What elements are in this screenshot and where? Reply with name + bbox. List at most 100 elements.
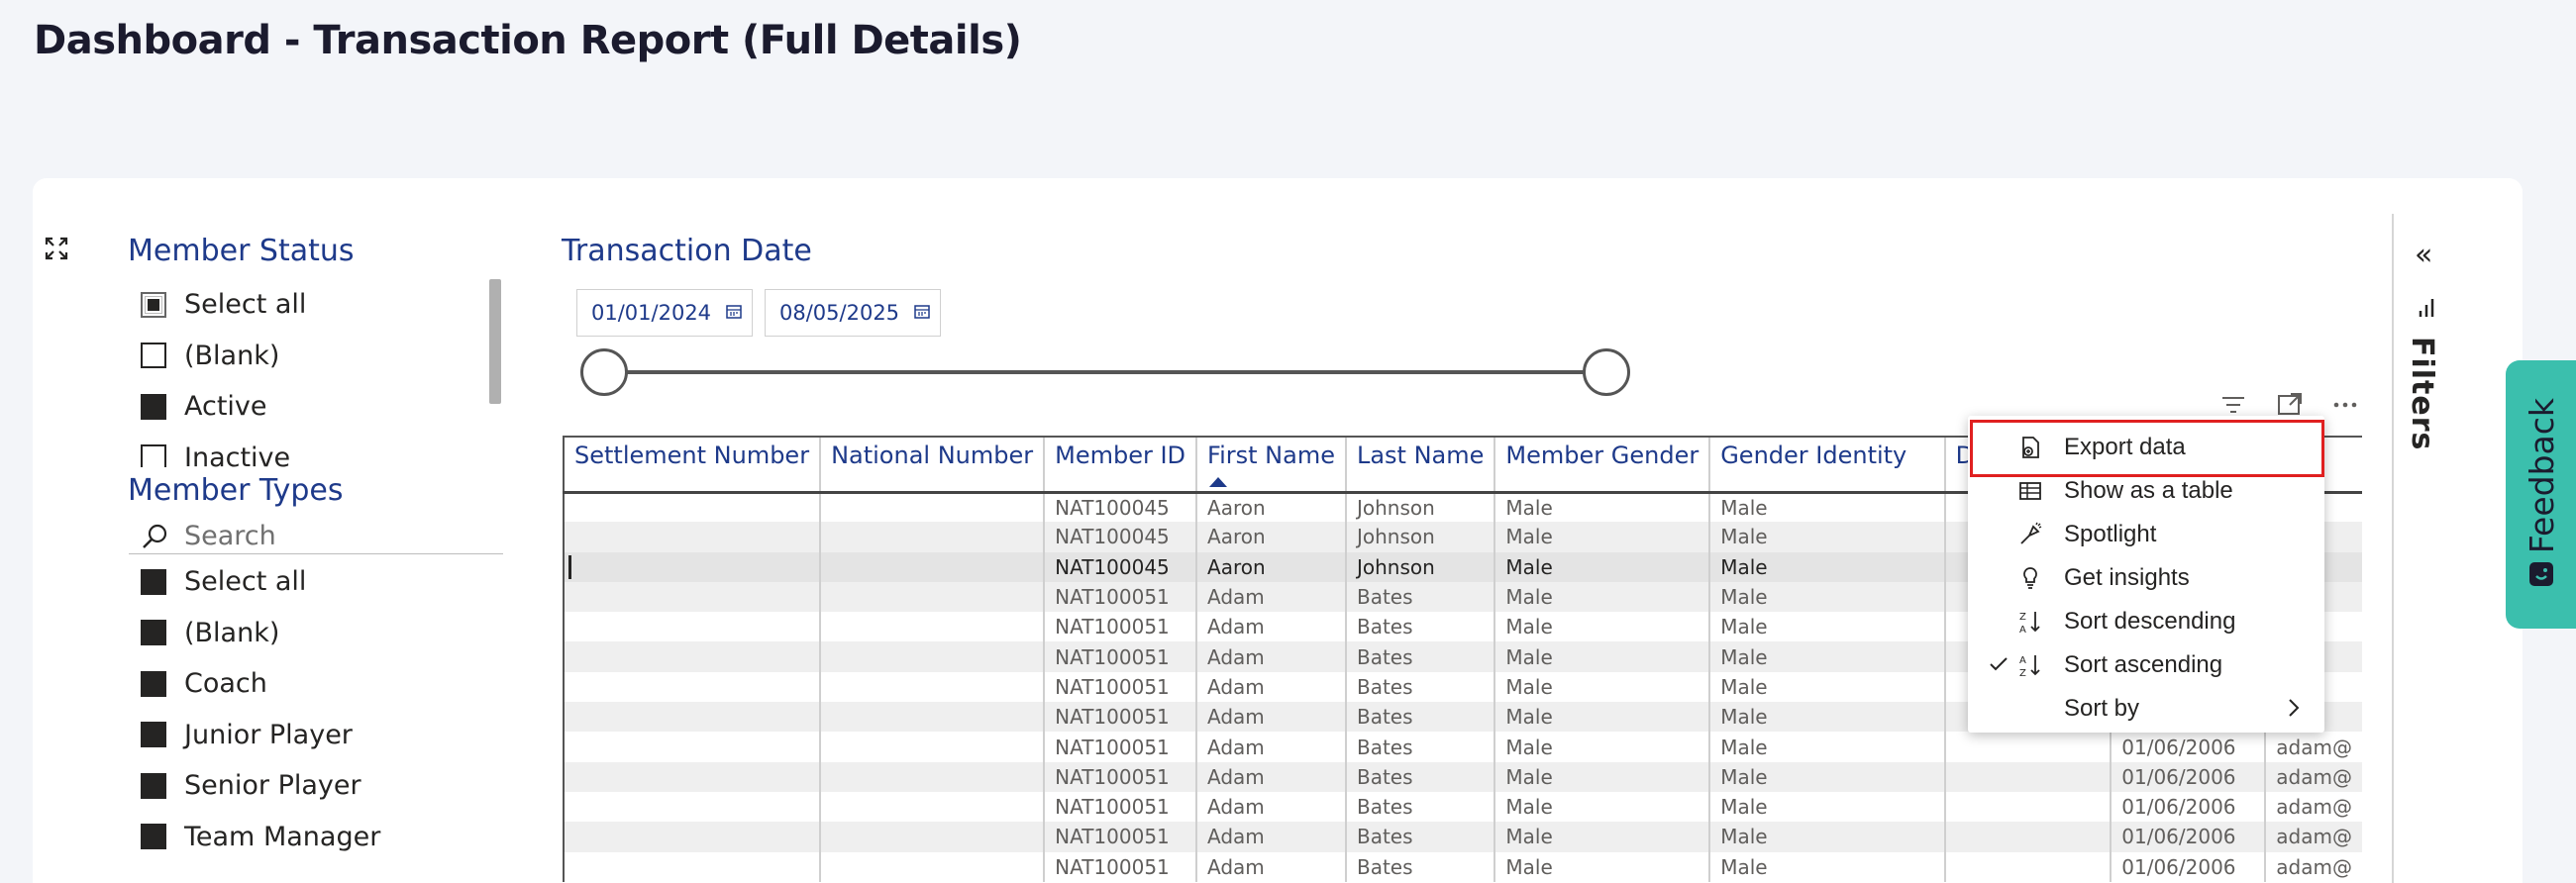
table-cell-value: Male (1505, 735, 1553, 759)
table-cell-value: Male (1505, 674, 1553, 699)
menu-item-label: Show as a table (2064, 477, 2233, 504)
member-status-item[interactable]: Active (141, 381, 306, 433)
member-types-list: Select all (Blank) Coach Junior Player Senio… (141, 556, 380, 862)
member-status-item[interactable]: Select all (141, 279, 306, 331)
member-status-item[interactable]: Inactive (141, 433, 306, 467)
svg-text:Z: Z (2019, 668, 2026, 678)
checkbox[interactable] (141, 291, 166, 318)
table-cell-value: Johnson (1356, 554, 1435, 579)
member-status-item[interactable]: (Blank) (141, 331, 306, 382)
member-types-title: Member Types (128, 473, 344, 508)
column-header[interactable]: First Name (1195, 436, 1346, 494)
table-cell-value: Aaron (1207, 554, 1266, 579)
menu-item-spotlight[interactable]: Spotlight (1968, 513, 2324, 556)
date-range-track[interactable] (604, 370, 1606, 374)
page-title: Dashboard - Transaction Report (Full Det… (34, 18, 1022, 63)
table-cell (563, 581, 821, 613)
column-header[interactable]: Member ID (1043, 436, 1197, 494)
checkbox[interactable] (141, 620, 166, 646)
table-cell: Male (1494, 791, 1710, 823)
calendar-icon[interactable] (724, 302, 744, 322)
member-types-item[interactable]: Coach (141, 658, 380, 710)
member-status-scrollbar[interactable] (489, 279, 501, 404)
table-cell-value: Bates (1356, 735, 1413, 759)
table-cell (563, 492, 821, 523)
table-cell: Male (1708, 492, 1945, 523)
table-cell: Aaron (1195, 522, 1346, 552)
table-cell: Adam (1195, 851, 1346, 882)
column-header[interactable]: Gender Identity (1708, 436, 1945, 494)
column-header-label: Last Name (1356, 442, 1485, 469)
more-options-icon[interactable] (2330, 390, 2360, 420)
menu-item-sort-ascending[interactable]: A Z Sort ascending (1968, 643, 2324, 687)
column-header[interactable]: Member Gender (1494, 436, 1710, 494)
table-cell (563, 761, 821, 792)
table-cell-value: Male (1720, 644, 1768, 669)
checkbox[interactable] (141, 670, 166, 697)
column-header-label: First Name (1207, 442, 1335, 469)
member-types-item[interactable]: Senior Player (141, 760, 380, 812)
menu-item-sort-descending[interactable]: Z A Sort descending (1968, 600, 2324, 643)
member-types-item[interactable]: (Blank) (141, 608, 380, 659)
svg-text:Z: Z (2019, 612, 2026, 623)
table-row[interactable]: NAT100051 Adam Bates Male Male 01/06/2006 adam… (563, 791, 2362, 823)
checkbox[interactable] (141, 772, 166, 799)
checkbox[interactable] (141, 444, 166, 467)
export-icon (2022, 437, 2039, 458)
table-cell: Male (1494, 851, 1710, 882)
table-cell: Male (1708, 641, 1945, 672)
column-header[interactable]: Last Name (1344, 436, 1495, 494)
member-types-item[interactable]: Select all (141, 556, 380, 608)
table-cell: Adam (1195, 702, 1346, 733)
table-row[interactable]: NAT100051 Adam Bates Male Male 01/06/2006 adam… (563, 851, 2362, 882)
start-date-input[interactable]: 01/01/2024 (576, 289, 753, 337)
table-cell-value: Adam (1207, 764, 1265, 789)
table-cell-value: NAT100051 (1055, 825, 1170, 849)
table-cell-value: Male (1720, 674, 1768, 699)
checkbox[interactable] (141, 722, 166, 748)
table-cell: adam@ (2264, 761, 2362, 792)
table-cell: Adam (1195, 612, 1346, 642)
checkbox[interactable] (141, 568, 166, 595)
collapse-filters-icon[interactable]: « (2415, 238, 2432, 272)
table-cell (563, 522, 821, 552)
table-cell-value: 01/06/2006 (2121, 854, 2236, 879)
table-cell-value: Male (1720, 764, 1768, 789)
checkbox[interactable] (141, 343, 166, 369)
filters-pane-label[interactable]: Filters (2405, 337, 2439, 450)
table-cell (819, 641, 1045, 672)
calendar-icon[interactable] (912, 302, 932, 322)
feedback-icon[interactable] (2527, 560, 2555, 588)
table-cell: Aaron (1195, 492, 1346, 523)
end-date-input[interactable]: 08/05/2025 (765, 289, 941, 337)
menu-item-get-insights[interactable]: Get insights (1968, 556, 2324, 600)
table-row[interactable]: NAT100051 Adam Bates Male Male 01/06/2006 adam… (563, 732, 2362, 762)
checkbox[interactable] (141, 393, 166, 420)
focus-mode-icon[interactable] (44, 236, 69, 261)
column-header[interactable]: National Number (819, 436, 1045, 494)
filter-pane-icon[interactable] (2418, 297, 2437, 319)
table-cell (563, 671, 821, 703)
column-header[interactable]: Settlement Number (563, 436, 821, 494)
menu-item-sort-by[interactable]: Sort by (1968, 687, 2324, 731)
transaction-date-title: Transaction Date (562, 234, 812, 268)
table-cell: NAT100051 (1043, 791, 1197, 823)
menu-item-label: Spotlight (2064, 521, 2157, 547)
table-cell (1943, 822, 2112, 852)
table-cell: NAT100045 (1043, 551, 1197, 582)
table-cell: NAT100051 (1043, 671, 1197, 703)
table-row[interactable]: NAT100051 Adam Bates Male Male 01/06/2006 adam… (563, 761, 2362, 792)
member-types-search-input[interactable] (184, 521, 481, 551)
table-cell-value: Bates (1356, 674, 1413, 699)
member-types-item[interactable]: Junior Player (141, 710, 380, 761)
member-types-item[interactable]: Team Manager (141, 812, 380, 863)
checkbox[interactable] (141, 824, 166, 850)
menu-item-show-as-a-table[interactable]: Show as a table (1968, 469, 2324, 513)
date-range-start-handle[interactable] (580, 348, 628, 396)
date-range-end-handle[interactable] (1583, 348, 1630, 396)
table-cell: Male (1708, 551, 1945, 582)
menu-item-export-data[interactable]: Export data (1968, 426, 2324, 469)
feedback-label[interactable]: Feedback (2523, 398, 2561, 553)
table-cell: Male (1494, 522, 1710, 552)
table-row[interactable]: NAT100051 Adam Bates Male Male 01/06/2006 adam… (563, 822, 2362, 852)
